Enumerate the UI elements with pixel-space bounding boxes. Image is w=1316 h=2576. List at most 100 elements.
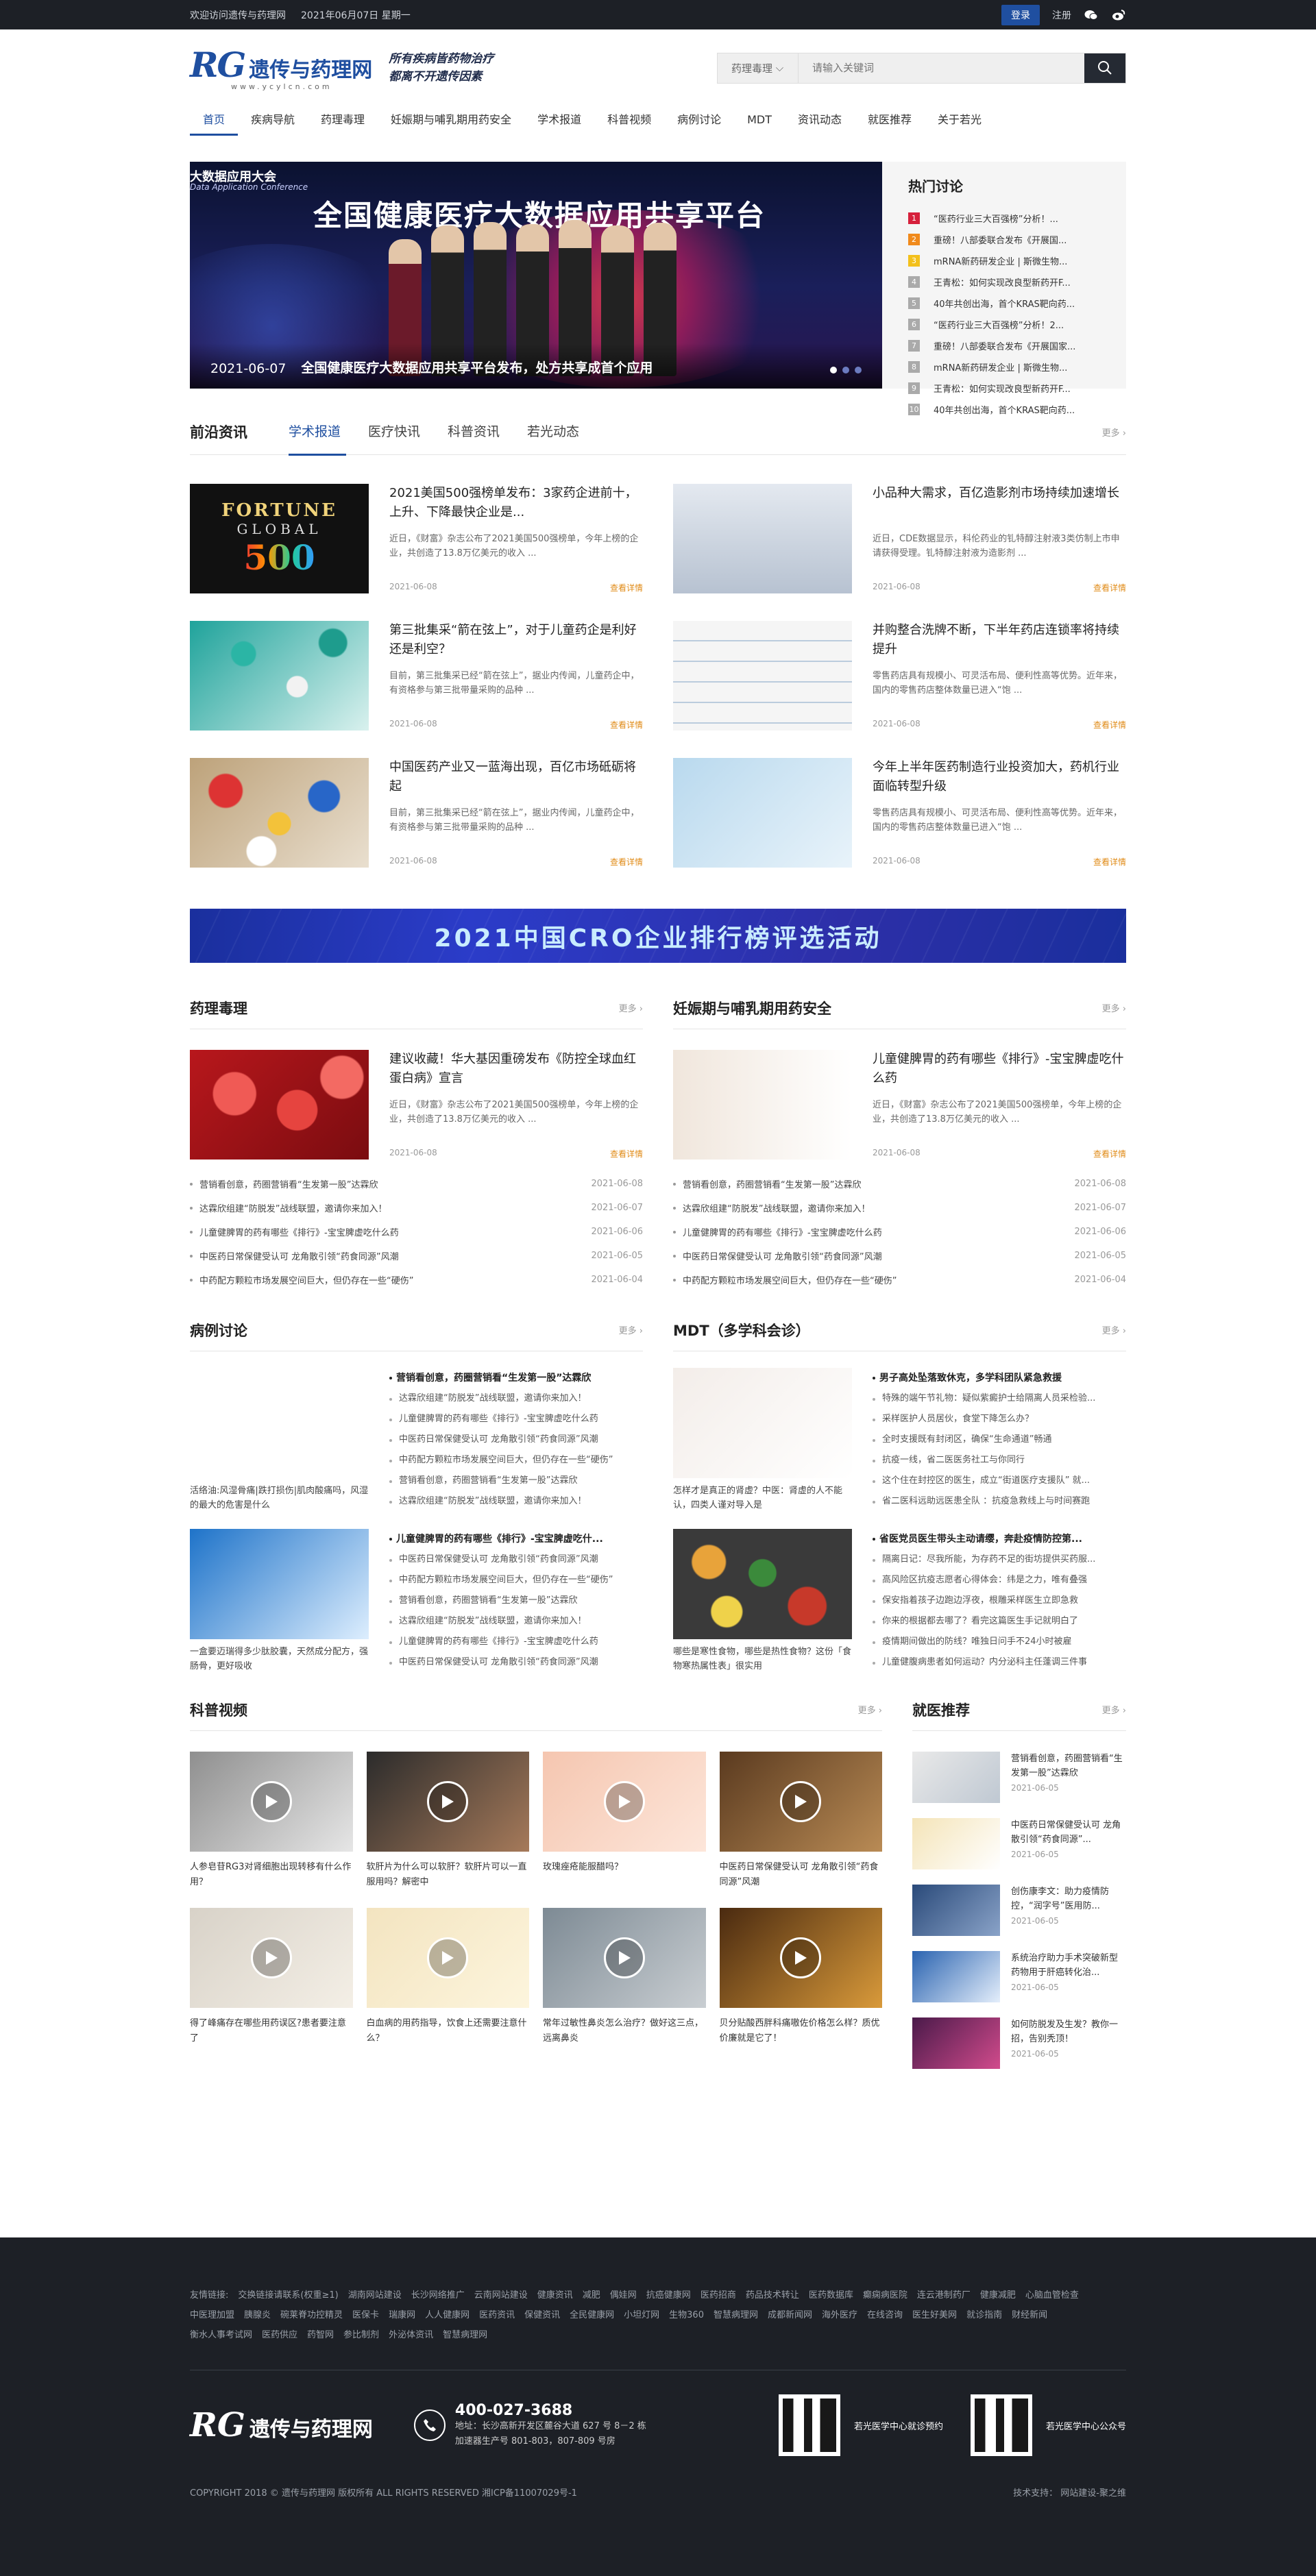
nav-item[interactable]: 妊娠期与哺乳期用药安全 (378, 106, 524, 134)
case-list-item[interactable]: 省二医科远助远医患全队 ：抗疫急救线上与时间赛跑 (873, 1491, 1126, 1512)
friend-link[interactable]: 胰腺炎 (244, 2310, 271, 2320)
weibo-icon[interactable] (1111, 9, 1126, 21)
case-list-item[interactable]: 你来的根据都去哪了？看完这篇医生手记就明白了 (873, 1611, 1126, 1632)
case-image[interactable] (673, 1368, 852, 1478)
news-title[interactable]: 2021美国500强榜单发布：3家药企进前十，上升、下降最快企业是... (389, 484, 643, 522)
case-list-item[interactable]: 中医药日常保健受认可 龙角散引领“药食同源”风潮 (389, 1549, 643, 1570)
video-card[interactable]: 玫瑰痤疮能服醋吗？ (543, 1752, 706, 1890)
friend-link[interactable]: 交换链接请联系(权重≥1) (238, 2290, 338, 2301)
more-link[interactable]: 更多 › (619, 1001, 643, 1014)
friend-link[interactable]: 人人健康网 (425, 2310, 470, 2320)
case-list-item[interactable]: 全时支援既有封闭区，确保“生命通道”畅通 (873, 1430, 1126, 1450)
news-title[interactable]: 第三批集采“箭在弦上”，对于儿童药企是利好还是利空？ (389, 621, 643, 659)
case-list-item[interactable]: 这个住在封控区的医生，成立“街道医疗支援队” 就... (873, 1471, 1126, 1491)
news-title[interactable]: 建议收藏！华大基因重磅发布《防控全球血红蛋白病》宣言 (389, 1050, 643, 1088)
case-list-item[interactable]: 营销看创意，药圈营销看“生发第一股”达霖欣 (389, 1591, 643, 1611)
case-image-card[interactable]: 怎样才是真正的肾虚？中医：肾虚的人不能认，四类人谨对导入是 (673, 1368, 852, 1512)
video-title[interactable]: 白血病的用药指导，饮食上还需要注意什么？ (367, 2016, 530, 2046)
play-icon[interactable] (427, 1781, 469, 1822)
hot-item[interactable]: 4 王青松：如何实现改良型新药开F... (908, 271, 1111, 293)
site-logo[interactable]: RG 遗传与药理网 www.ycylcn.com 所有疾病皆药物治疗 都离不开遗… (190, 45, 494, 91)
video-card[interactable]: 中医药日常保健受认可 龙角散引领“药食同源”风潮 (719, 1752, 882, 1890)
case-headline[interactable]: 营销看创意，药圈营销看“生发第一股”达霖欣 (389, 1368, 643, 1388)
news-image[interactable] (673, 484, 852, 593)
register-link[interactable]: 注册 (1052, 8, 1071, 22)
detail-link[interactable]: 查看详情 (1093, 1148, 1126, 1160)
recommend-item[interactable]: 如何防脱发及生发？教你一招，告别秃顶！ 2021-06-05 (912, 2017, 1126, 2069)
featured-news[interactable]: 建议收藏！华大基因重磅发布《防控全球血红蛋白病》宣言 近日，《财富》杂志公布了20… (190, 1050, 643, 1160)
case-list-item[interactable]: 中药配方颗粒市场发展空间巨大，但仍存在一些“硬伤” (389, 1450, 643, 1471)
friend-link[interactable]: 药智网 (307, 2330, 334, 2340)
recommend-item[interactable]: 创伤康李文：助力疫情防控，“润字号”医用防... 2021-06-05 (912, 1885, 1126, 1936)
case-headline[interactable]: 男子高处坠落致休克，多学科团队紧急救援 (873, 1368, 1126, 1388)
nav-item[interactable]: 资讯动态 (785, 106, 855, 134)
tab-3[interactable]: 若光动态 (527, 409, 607, 455)
friend-link[interactable]: 癫痫病医院 (863, 2290, 907, 2301)
friend-link[interactable]: 抗癌健康网 (646, 2290, 691, 2301)
hero-banner[interactable]: 大数据应用大会 Data Application Conference 全国健康… (190, 162, 882, 389)
friend-link[interactable]: 药品技术转让 (746, 2290, 799, 2301)
news-title[interactable]: 中国医药产业又一蓝海出现，百亿市场砥砺将起 (389, 758, 643, 796)
friend-link[interactable]: 心脑血管检查 (1025, 2290, 1079, 2301)
hot-item[interactable]: 7 重磅！八部委联合发布《开展国家... (908, 335, 1111, 356)
case-image-card[interactable]: 哪些是寒性食物，哪些是热性食物？这份「食物寒热属性表」很实用 (673, 1529, 852, 1673)
video-thumbnail[interactable] (190, 1908, 353, 2008)
friend-link[interactable]: 保健资讯 (524, 2310, 560, 2320)
carousel-dot[interactable] (855, 367, 862, 373)
list-item[interactable]: 中医药日常保健受认可 龙角散引领“药食同源”风潮 2021-06-05 (673, 1244, 1126, 1268)
video-thumbnail[interactable] (366, 1908, 529, 2008)
friend-link[interactable]: 财经新闻 (1012, 2310, 1047, 2320)
news-title[interactable]: 小品种大需求，百亿造影剂市场持续加速增长 (873, 484, 1126, 522)
tab-0[interactable]: 学术报道 (289, 409, 368, 456)
friend-link[interactable]: 云南网站建设 (474, 2290, 528, 2301)
nav-item[interactable]: 首页 (190, 106, 239, 136)
news-card[interactable]: 并购整合洗牌不断，下半年药店连锁率将持续提升 零售药店具有规模小、可灵活布局、便利… (673, 621, 1126, 731)
video-thumbnail[interactable] (543, 1908, 706, 2008)
play-icon[interactable] (780, 1781, 822, 1822)
friend-link[interactable]: 全民健康网 (570, 2310, 614, 2320)
friend-link[interactable]: 衡水人事考试网 (190, 2330, 252, 2340)
list-item[interactable]: 中医药日常保健受认可 龙角散引领“药食同源”风潮 2021-06-05 (190, 1244, 643, 1268)
hot-item[interactable]: 2 重磅！八部委联合发布《开展国... (908, 229, 1111, 250)
recommend-thumbnail[interactable] (912, 1818, 1000, 1869)
case-image-card[interactable]: 一盒要迈瑞得多少肽胶囊，天然成分配方，强肠骨，更好吸收 (190, 1529, 369, 1673)
carousel-dot[interactable] (830, 367, 837, 373)
video-title[interactable]: 常年过敏性鼻炎怎么治疗？做好这三点，远离鼻炎 (543, 2016, 706, 2046)
case-list-item[interactable]: 达霖欣组建“防脱发”战线联盟，邀请你来加入！ (389, 1611, 643, 1632)
friend-link[interactable]: 医保卡 (352, 2310, 379, 2320)
recommend-title[interactable]: 创伤康李文：助力疫情防控，“润字号”医用防... (1011, 1885, 1126, 1913)
detail-link[interactable]: 查看详情 (610, 856, 643, 868)
case-list-item[interactable]: 中医药日常保健受认可 龙角散引领“药食同源”风潮 (389, 1430, 643, 1450)
case-caption[interactable]: 活络油:风湿骨痛|跌打损伤|肌肉酸痛吗，风湿的最大的危害是什么 (190, 1484, 369, 1512)
video-title[interactable]: 玫瑰痤疮能服醋吗？ (543, 1860, 706, 1890)
case-list-item[interactable]: 保安指着孩子边跑边浮夜，根雕采样医生立即急救 (873, 1591, 1126, 1611)
case-caption[interactable]: 哪些是寒性食物，哪些是热性食物？这份「食物寒热属性表」很实用 (673, 1645, 852, 1673)
video-card[interactable]: 得了峰痛存在哪些用药误区?患者要注意了 (190, 1908, 353, 2046)
nav-item[interactable]: 药理毒理 (308, 106, 378, 134)
friend-link[interactable]: 医药资讯 (479, 2310, 515, 2320)
friend-link[interactable]: 小坦灯网 (624, 2310, 659, 2320)
detail-link[interactable]: 查看详情 (610, 719, 643, 731)
carousel-dots[interactable] (830, 367, 862, 373)
video-thumbnail[interactable] (719, 1908, 882, 2008)
video-thumbnail[interactable] (190, 1752, 353, 1852)
recommend-item[interactable]: 营销看创意，药圈营销看“生发第一股”达霖欣 2021-06-05 (912, 1752, 1126, 1803)
list-item[interactable]: 达霖欣组建“防脱发”战线联盟，邀请你来加入！ 2021-06-07 (673, 1196, 1126, 1220)
friend-link[interactable]: 碗莱脊功控精灵 (280, 2310, 343, 2320)
play-icon[interactable] (603, 1781, 645, 1822)
friend-link[interactable]: 减肥 (583, 2290, 600, 2301)
friend-link[interactable]: 医生好美网 (912, 2310, 957, 2320)
recommend-item[interactable]: 中医药日常保健受认可 龙角散引领“药食同源”... 2021-06-05 (912, 1818, 1126, 1869)
nav-item[interactable]: 病例讨论 (664, 106, 734, 134)
friend-link[interactable]: 医药数据库 (809, 2290, 853, 2301)
nav-item[interactable]: 关于若光 (925, 106, 995, 134)
news-card[interactable]: 中国医药产业又一蓝海出现，百亿市场砥砺将起 目前，第三批集采已经“箭在弦上”，据业… (190, 758, 643, 868)
video-card[interactable]: 白血病的用药指导，饮食上还需要注意什么？ (366, 1908, 530, 2046)
hot-item[interactable]: 8 mRNA新药研发企业 | 斯微生物... (908, 356, 1111, 378)
video-thumbnail[interactable] (543, 1752, 706, 1852)
hot-item[interactable]: 1 “医药行业三大百强榜”分析！... (908, 208, 1111, 229)
detail-link[interactable]: 查看详情 (610, 1148, 643, 1160)
detail-link[interactable]: 查看详情 (1093, 856, 1126, 868)
nav-item[interactable]: 学术报道 (524, 106, 594, 134)
search-input[interactable] (799, 53, 1084, 83)
